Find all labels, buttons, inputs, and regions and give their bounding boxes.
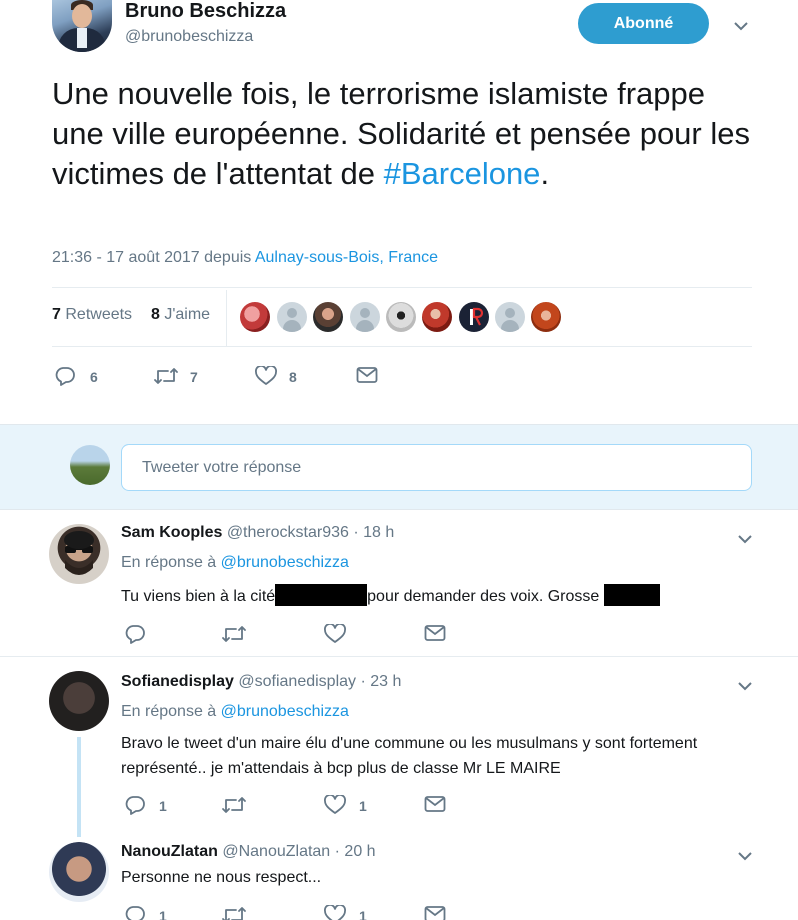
like-icon[interactable] <box>324 904 346 920</box>
message-icon[interactable] <box>424 795 446 818</box>
following-button[interactable]: Abonné <box>578 3 709 44</box>
mention-link[interactable]: @brunobeschizza <box>221 554 349 571</box>
like-count: 1 <box>359 798 367 814</box>
author-handle[interactable]: @brunobeschizza <box>125 28 253 46</box>
hashtag-link[interactable]: #Barcelone <box>384 156 541 191</box>
reply-tweet[interactable]: Sam Kooples @therockstar936 · 18 h En ré… <box>0 510 798 657</box>
redaction-block <box>275 584 368 606</box>
reply-text: Tu viens bien à la cité pour demander des… <box>121 584 761 609</box>
reply-text: Bravo le tweet d'un maire élu d'une comm… <box>121 735 698 777</box>
divider <box>52 346 752 347</box>
default-avatar-icon[interactable] <box>277 302 307 332</box>
reply-avatar[interactable] <box>49 671 109 731</box>
reply-avatar[interactable] <box>49 524 109 584</box>
message-icon[interactable] <box>356 366 378 389</box>
reply-author[interactable]: NanouZlatan @NanouZlatan · 20 h <box>121 843 376 861</box>
mention-link[interactable]: @brunobeschizza <box>221 703 349 720</box>
divider <box>52 287 752 288</box>
chevron-down-icon[interactable] <box>738 532 752 546</box>
reply-avatar[interactable] <box>49 842 109 902</box>
in-reply-to: En réponse à @brunobeschizza <box>121 554 349 571</box>
redaction-block <box>603 584 660 606</box>
author-avatar[interactable] <box>52 0 112 52</box>
chevron-down-icon[interactable] <box>734 19 748 33</box>
reply-icon[interactable] <box>124 905 146 920</box>
liker-avatar[interactable] <box>422 302 452 332</box>
thread-line <box>77 737 81 837</box>
liker-avatar[interactable] <box>531 302 561 332</box>
location-link[interactable]: Aulnay-sous-Bois, France <box>255 249 438 266</box>
chevron-down-icon[interactable] <box>738 849 752 863</box>
default-avatar-icon[interactable] <box>350 302 380 332</box>
liker-avatar[interactable] <box>313 302 343 332</box>
retweet-count: 7 <box>190 369 198 385</box>
reply-actions: 1 1 <box>124 904 464 920</box>
reply-actions: 1 1 <box>124 794 464 820</box>
reply-author[interactable]: Sam Kooples @therockstar936 · 18 h <box>121 524 394 542</box>
retweet-icon[interactable] <box>221 905 247 920</box>
retweets-stat[interactable]: 7 Retweets <box>52 306 132 323</box>
author-name[interactable]: Bruno Beschizza <box>125 0 286 23</box>
likes-stat[interactable]: 8 J'aime <box>151 306 210 323</box>
main-tweet: Bruno Beschizza @brunobeschizza Abonné U… <box>0 0 798 424</box>
reply-composer: Tweeter votre réponse <box>0 424 798 510</box>
liker-avatar[interactable] <box>386 302 416 332</box>
tweet-actions: 6 7 8 <box>54 365 394 391</box>
reply-count: 6 <box>90 369 98 385</box>
chevron-down-icon[interactable] <box>738 679 752 693</box>
in-reply-to: En réponse à @brunobeschizza <box>121 703 349 720</box>
reply-author[interactable]: Sofianedisplay @sofianedisplay · 23 h <box>121 673 401 691</box>
tweet-timestamp: 21:36 - 17 août 2017 depuis Aulnay-sous-… <box>52 249 439 266</box>
liker-avatar[interactable] <box>240 302 270 332</box>
retweet-icon[interactable] <box>221 795 247 820</box>
reply-input[interactable]: Tweeter votre réponse <box>121 444 752 491</box>
like-icon[interactable] <box>324 794 346 820</box>
reply-actions <box>124 623 464 649</box>
retweet-icon[interactable] <box>221 624 247 649</box>
retweet-icon[interactable] <box>153 366 179 391</box>
like-icon[interactable] <box>255 365 277 391</box>
like-count: 1 <box>359 908 367 920</box>
reply-icon[interactable] <box>124 795 146 820</box>
like-icon[interactable] <box>324 623 346 649</box>
message-icon[interactable] <box>424 905 446 920</box>
default-avatar-icon[interactable] <box>495 302 525 332</box>
message-icon[interactable] <box>424 624 446 647</box>
tweet-text: Une nouvelle fois, le terrorisme islamis… <box>52 76 750 191</box>
reply-icon[interactable] <box>124 624 146 649</box>
reply-text: Personne ne nous respect... <box>121 869 322 886</box>
reply-count: 1 <box>159 908 167 920</box>
like-count: 8 <box>289 369 297 385</box>
reply-icon[interactable] <box>54 366 76 391</box>
reply-count: 1 <box>159 798 167 814</box>
current-user-avatar[interactable] <box>70 445 110 485</box>
stats-separator <box>226 290 227 346</box>
liker-avatar[interactable] <box>459 302 489 332</box>
reply-tweet[interactable]: Sofianedisplay @sofianedisplay · 23 h En… <box>0 657 798 920</box>
tweet-stats: 7 Retweets 8 J'aime <box>52 306 210 324</box>
